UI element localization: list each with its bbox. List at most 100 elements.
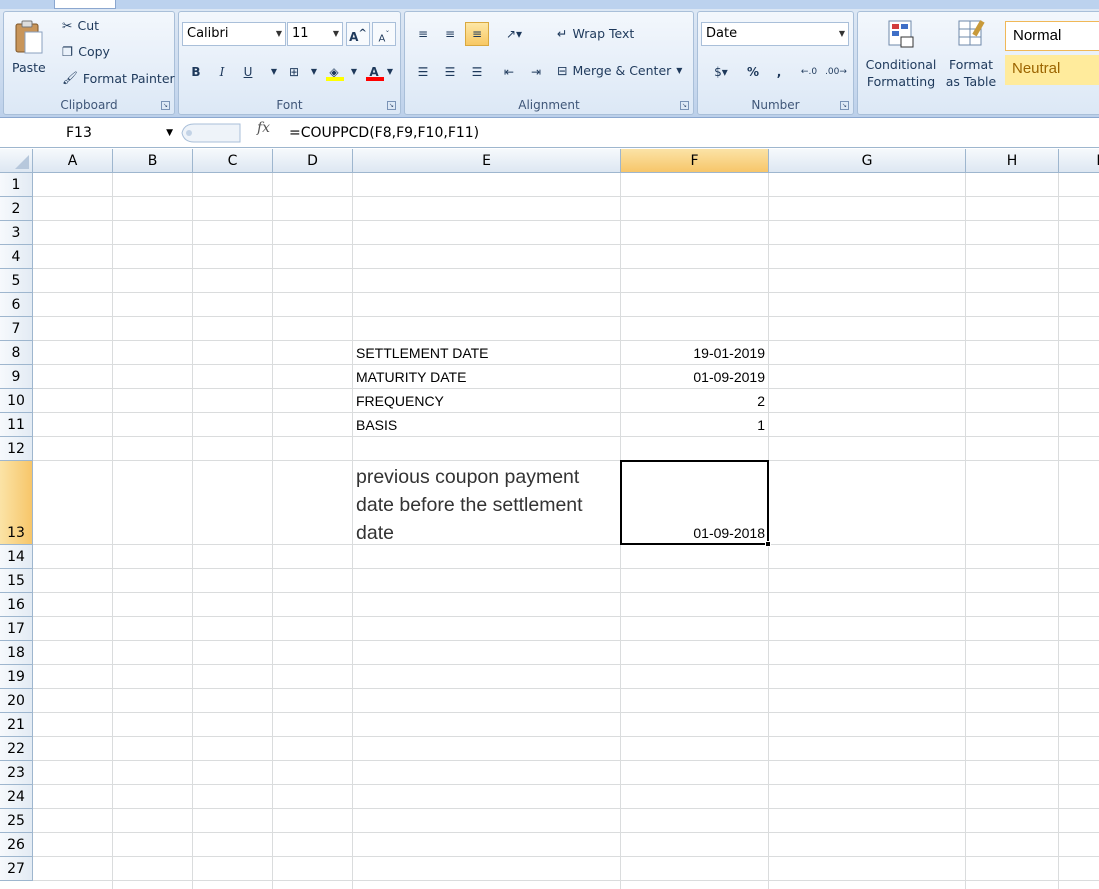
row-header-3[interactable]: 3 [0, 221, 33, 245]
cell-f10[interactable]: 2 [621, 391, 769, 412]
bold-button[interactable]: B [184, 60, 208, 84]
copy-button[interactable]: ❐ Copy [62, 44, 110, 59]
column-header-c[interactable]: C [193, 149, 273, 173]
cell-f9[interactable]: 01-09-2019 [621, 367, 769, 388]
font-name-combo[interactable]: Calibri ▼ [182, 22, 286, 46]
percent-icon: % [746, 65, 760, 79]
cut-button[interactable]: ✂ Cut [62, 18, 99, 33]
cell-f11[interactable]: 1 [621, 415, 769, 436]
align-center-button[interactable]: ☰ [438, 60, 462, 84]
row-header-7[interactable]: 7 [0, 317, 33, 341]
row-header-21[interactable]: 21 [0, 713, 33, 737]
middle-align-button[interactable]: ≡ [438, 22, 462, 46]
row-header-10[interactable]: 10 [0, 389, 33, 413]
merge-center-button[interactable]: ⊟ Merge & Center ▼ [557, 63, 682, 78]
row-header-8[interactable]: 8 [0, 341, 33, 365]
row-header-26[interactable]: 26 [0, 833, 33, 857]
alignment-dialog-launcher[interactable]: ↘ [680, 101, 689, 110]
grow-font-button[interactable]: A^ [346, 22, 370, 46]
underline-button[interactable]: U [236, 60, 260, 84]
row-header-16[interactable]: 16 [0, 593, 33, 617]
row-header-18[interactable]: 18 [0, 641, 33, 665]
conditional-formatting-button[interactable]: Conditional Formatting [862, 18, 940, 90]
font-size-combo[interactable]: 11 ▼ [287, 22, 343, 46]
neutral-style-swatch[interactable]: Neutral [1005, 55, 1099, 85]
worksheet-grid[interactable]: A B C D E F G H I 1 2 3 4 5 6 7 8 9 10 11 12 13 14 15 16 17 18 19 20… [0, 149, 1099, 889]
row-header-6[interactable]: 6 [0, 293, 33, 317]
decrease-decimal-button[interactable]: .00→ [824, 60, 848, 84]
cell-e9[interactable]: MATURITY DATE [353, 367, 621, 388]
wrap-text-icon: ↵ [557, 26, 568, 41]
percent-style-button[interactable]: % [741, 60, 765, 84]
italic-button[interactable]: I [210, 60, 234, 84]
column-header-g[interactable]: G [769, 149, 966, 173]
row-header-23[interactable]: 23 [0, 761, 33, 785]
column-header-d[interactable]: D [273, 149, 353, 173]
orientation-button[interactable]: ↗▾ [497, 22, 531, 46]
format-painter-button[interactable]: 🖌 Format Painter [62, 70, 175, 86]
font-name-value: Calibri [187, 26, 229, 41]
row-header-11[interactable]: 11 [0, 413, 33, 437]
row-header-1[interactable]: 1 [0, 173, 33, 197]
row-header-14[interactable]: 14 [0, 545, 33, 569]
cell-f8[interactable]: 19-01-2019 [621, 343, 769, 364]
increase-decimal-button[interactable]: ←.0 [797, 60, 821, 84]
cell-e10[interactable]: FREQUENCY [353, 391, 621, 412]
merge-center-label: Merge & Center [572, 63, 672, 78]
fill-handle[interactable] [765, 541, 771, 547]
formula-bar-slider-icon[interactable] [180, 121, 250, 145]
number-group: Date ▼ $▾ % , ←.0 .00→ Number ↘ [697, 11, 854, 115]
clipboard-dialog-launcher[interactable]: ↘ [161, 101, 170, 110]
shrink-font-button[interactable]: Aˇ [372, 22, 396, 46]
chevron-down-icon: ▼ [166, 128, 173, 138]
column-header-b[interactable]: B [113, 149, 193, 173]
row-header-24[interactable]: 24 [0, 785, 33, 809]
format-as-table-button[interactable]: Format as Table [940, 18, 1002, 90]
cell-e13[interactable]: previous coupon payment date before the … [353, 463, 621, 544]
comma-style-button[interactable]: , [767, 60, 791, 84]
row-header-17[interactable]: 17 [0, 617, 33, 641]
cell-e8[interactable]: SETTLEMENT DATE [353, 343, 621, 364]
row-header-19[interactable]: 19 [0, 665, 33, 689]
column-header-h[interactable]: H [966, 149, 1059, 173]
row-header-4[interactable]: 4 [0, 245, 33, 269]
column-header-a[interactable]: A [33, 149, 113, 173]
alignment-group-label: Alignment [518, 98, 580, 112]
tab-home[interactable] [54, 0, 116, 9]
number-format-combo[interactable]: Date ▼ [701, 22, 849, 46]
row-header-9[interactable]: 9 [0, 365, 33, 389]
row-header-22[interactable]: 22 [0, 737, 33, 761]
bottom-align-button[interactable]: ≡ [465, 22, 489, 46]
formula-input[interactable]: =COUPPCD(F8,F9,F10,F11) [289, 122, 479, 144]
name-box[interactable]: F13 ▼ [0, 121, 177, 145]
row-header-27[interactable]: 27 [0, 857, 33, 881]
wrap-text-button[interactable]: ↵ Wrap Text [557, 26, 634, 41]
normal-style-swatch[interactable]: Normal [1005, 21, 1099, 51]
cell-e11[interactable]: BASIS [353, 415, 621, 436]
row-header-13[interactable]: 13 [0, 461, 33, 545]
row-header-2[interactable]: 2 [0, 197, 33, 221]
select-all-button[interactable] [0, 149, 33, 173]
font-color-dropdown[interactable]: ▼ [382, 60, 398, 84]
number-dialog-launcher[interactable]: ↘ [840, 101, 849, 110]
align-right-button[interactable]: ☰ [465, 60, 489, 84]
column-header-e[interactable]: E [353, 149, 621, 173]
row-header-25[interactable]: 25 [0, 809, 33, 833]
row-header-12[interactable]: 12 [0, 437, 33, 461]
row-header-5[interactable]: 5 [0, 269, 33, 293]
normal-style-label: Normal [1013, 27, 1062, 44]
decrease-indent-button[interactable]: ⇤ [497, 60, 521, 84]
row-header-15[interactable]: 15 [0, 569, 33, 593]
insert-function-button[interactable]: fx [257, 120, 270, 136]
column-header-i[interactable]: I [1059, 149, 1099, 173]
accounting-format-button[interactable]: $▾ [703, 60, 739, 84]
paste-button[interactable]: Paste [12, 20, 46, 75]
font-dialog-launcher[interactable]: ↘ [387, 101, 396, 110]
column-header-f[interactable]: F [621, 149, 769, 173]
row-header-20[interactable]: 20 [0, 689, 33, 713]
increase-indent-button[interactable]: ⇥ [524, 60, 548, 84]
top-align-button[interactable]: ≡ [411, 22, 435, 46]
align-left-icon: ☰ [417, 65, 429, 79]
font-size-value: 11 [292, 26, 309, 41]
align-left-button[interactable]: ☰ [411, 60, 435, 84]
